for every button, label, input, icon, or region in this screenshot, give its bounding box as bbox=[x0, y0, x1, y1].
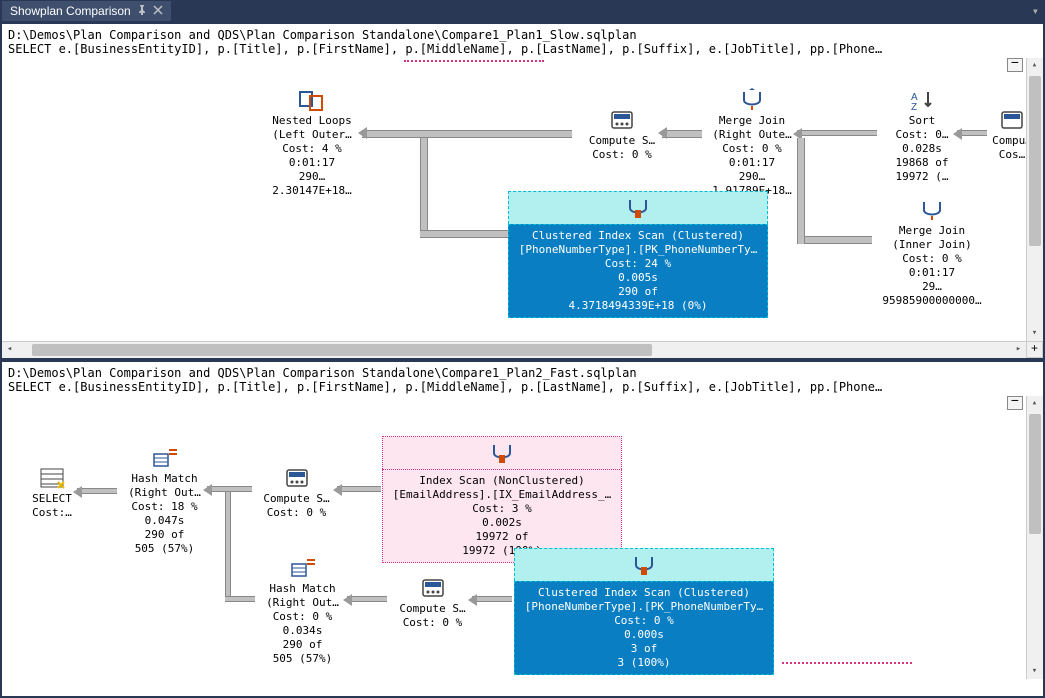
scrollbar-thumb[interactable] bbox=[1029, 76, 1041, 246]
highlight-fragment bbox=[782, 662, 912, 664]
horizontal-scrollbar[interactable]: ◂ ▸ bbox=[2, 341, 1026, 358]
plan-sql-text: SELECT e.[BusinessEntityID], p.[Title], … bbox=[8, 380, 1037, 394]
connector bbox=[420, 230, 508, 238]
clustered-index-scan-icon bbox=[630, 553, 658, 577]
index-scan-icon bbox=[488, 441, 516, 465]
arrow-icon bbox=[468, 594, 477, 606]
arrow-icon bbox=[658, 127, 667, 139]
merge-join-icon bbox=[738, 88, 766, 112]
compute-scalar-icon bbox=[608, 108, 636, 132]
plan-pane-slow: D:\Demos\Plan Comparison and QDS\Plan Co… bbox=[2, 24, 1043, 358]
connector bbox=[225, 596, 255, 602]
op-clustered-index-scan[interactable]: Clustered Index Scan (Clustered) [PhoneN… bbox=[514, 548, 774, 675]
arrow-icon bbox=[333, 484, 342, 496]
connector bbox=[797, 130, 877, 136]
connector bbox=[225, 492, 231, 602]
op-hash-match[interactable]: Hash Match (Right Out… Cost: 0 % 0.034s … bbox=[255, 556, 350, 666]
plan-sql-text: SELECT e.[BusinessEntityID], p.[Title], … bbox=[8, 42, 1037, 56]
plan-file-path: D:\Demos\Plan Comparison and QDS\Plan Co… bbox=[8, 28, 1037, 42]
zoom-button[interactable]: + bbox=[1026, 341, 1043, 358]
connector bbox=[662, 130, 702, 138]
pane-header: D:\Demos\Plan Comparison and QDS\Plan Co… bbox=[2, 24, 1043, 58]
select-icon bbox=[38, 466, 66, 490]
scroll-right-icon[interactable]: ▸ bbox=[1011, 342, 1026, 357]
arrow-icon bbox=[203, 484, 212, 496]
tab-title: Showplan Comparison bbox=[10, 4, 131, 18]
highlight-fragment bbox=[404, 60, 544, 62]
plan-pane-fast: D:\Demos\Plan Comparison and QDS\Plan Co… bbox=[2, 362, 1043, 696]
connector bbox=[362, 130, 572, 138]
scroll-down-icon[interactable]: ▾ bbox=[1027, 664, 1042, 679]
connector bbox=[347, 596, 387, 602]
svg-text:Z: Z bbox=[911, 102, 917, 112]
op-compute-scalar[interactable]: Compute S… Cost: 0 % bbox=[254, 466, 339, 520]
compare-panes: D:\Demos\Plan Comparison and QDS\Plan Co… bbox=[0, 22, 1045, 698]
op-merge-join[interactable]: Merge Join (Right Oute… Cost: 0 % 0:01:1… bbox=[702, 88, 802, 198]
compute-scalar-icon bbox=[283, 466, 311, 490]
connector bbox=[797, 236, 872, 244]
op-index-scan[interactable]: Index Scan (NonClustered) [EmailAddress]… bbox=[382, 436, 622, 563]
scroll-up-icon[interactable]: ▴ bbox=[1027, 58, 1042, 73]
scroll-left-icon[interactable]: ◂ bbox=[2, 342, 17, 357]
scrollbar-thumb[interactable] bbox=[1029, 414, 1041, 534]
close-icon[interactable] bbox=[153, 4, 163, 18]
arrow-icon bbox=[343, 594, 352, 606]
op-clustered-index-scan[interactable]: Clustered Index Scan (Clustered) [PhoneN… bbox=[508, 191, 768, 318]
vertical-scrollbar[interactable]: ▴ ▾ bbox=[1026, 58, 1043, 341]
tab-showplan-comparison[interactable]: Showplan Comparison bbox=[2, 1, 171, 21]
pane-header: D:\Demos\Plan Comparison and QDS\Plan Co… bbox=[2, 362, 1043, 396]
vertical-scrollbar[interactable]: ▴ ▾ bbox=[1026, 396, 1043, 679]
op-nested-loops[interactable]: Nested Loops (Left Outer… Cost: 4 % 0:01… bbox=[257, 88, 367, 198]
connector bbox=[77, 488, 117, 494]
arrow-icon bbox=[358, 127, 367, 139]
pin-icon[interactable] bbox=[137, 4, 147, 18]
connector bbox=[797, 138, 805, 244]
hash-match-icon bbox=[289, 556, 317, 580]
plan-diagram[interactable]: Nested Loops (Left Outer… Cost: 4 % 0:01… bbox=[2, 58, 1043, 358]
collapse-button[interactable]: − bbox=[1007, 58, 1023, 72]
arrow-icon bbox=[73, 486, 82, 498]
op-hash-match[interactable]: Hash Match (Right Out… Cost: 18 % 0.047s… bbox=[117, 446, 212, 556]
connector bbox=[472, 596, 512, 602]
sort-icon: AZ bbox=[908, 88, 936, 112]
clustered-index-scan-icon bbox=[624, 196, 652, 220]
nested-loops-icon bbox=[298, 88, 326, 112]
op-compute-scalar[interactable]: Compute S… Cost: 0 % bbox=[390, 576, 475, 630]
tab-bar: Showplan Comparison ▾ bbox=[0, 0, 1045, 22]
op-merge-join-inner[interactable]: Merge Join (Inner Join) Cost: 0 % 0:01:1… bbox=[872, 198, 992, 308]
plan-diagram[interactable]: SELECT Cost:… Hash Match (Right Out… Cos… bbox=[2, 396, 1043, 696]
arrow-icon bbox=[953, 128, 962, 140]
scrollbar-thumb[interactable] bbox=[32, 344, 652, 356]
op-compute-scalar[interactable]: Compute S… Cost: 0 % bbox=[577, 108, 667, 162]
op-sort[interactable]: AZ Sort Cost: 0… 0.028s 19868 of 19972 (… bbox=[882, 88, 962, 184]
scroll-up-icon[interactable]: ▴ bbox=[1027, 396, 1042, 411]
tab-overflow-dropdown[interactable]: ▾ bbox=[1032, 4, 1045, 19]
merge-join-icon bbox=[918, 198, 946, 222]
compute-scalar-icon bbox=[419, 576, 447, 600]
plan-file-path: D:\Demos\Plan Comparison and QDS\Plan Co… bbox=[8, 366, 1037, 380]
connector bbox=[420, 138, 428, 238]
connector bbox=[337, 486, 381, 492]
scroll-down-icon[interactable]: ▾ bbox=[1027, 326, 1042, 341]
compute-scalar-icon bbox=[998, 108, 1026, 132]
collapse-button[interactable]: − bbox=[1007, 396, 1023, 410]
hash-match-icon bbox=[151, 446, 179, 470]
